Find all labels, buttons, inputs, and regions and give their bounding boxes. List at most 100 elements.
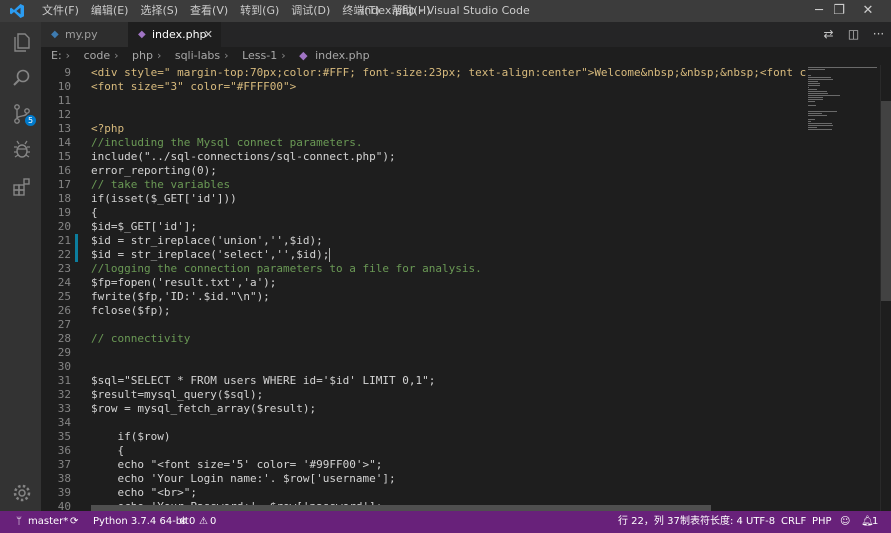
code-line[interactable]: 19 { xyxy=(41,206,806,220)
code-line[interactable]: 24 $fp=fopen('result.txt','a'); xyxy=(41,276,806,290)
code-text[interactable]: echo 'Your Login name:'. $row['username'… xyxy=(91,472,395,486)
menu-file[interactable]: 文件(F) xyxy=(36,0,85,22)
settings-gear-icon[interactable] xyxy=(11,482,33,504)
code-line[interactable]: 9 <div style=" margin-top:70px;color:#FFF… xyxy=(41,66,806,80)
code-text[interactable]: $result=mysql_query($sql); xyxy=(91,388,263,402)
code-text[interactable]: error_reporting(0); xyxy=(91,164,217,178)
breadcrumb-item[interactable]: Less-1 xyxy=(242,49,277,62)
code-line[interactable]: 22 $id = str_ireplace('select','',$id); xyxy=(41,248,806,262)
tab-index-php[interactable]: ◆ index.php ✕ xyxy=(128,22,221,47)
feedback-smiley-icon[interactable]: ☺ xyxy=(840,511,850,533)
code-line[interactable]: 27 xyxy=(41,318,806,332)
tab-my-py[interactable]: ◆ my.py xyxy=(41,22,128,47)
code-line[interactable]: 34 xyxy=(41,416,806,430)
menu-edit[interactable]: 编辑(E) xyxy=(85,0,135,22)
code-line[interactable]: 12 xyxy=(41,108,806,122)
code-line[interactable]: 30 xyxy=(41,360,806,374)
code-text[interactable]: //logging the connection parameters to a… xyxy=(91,262,482,276)
code-line[interactable]: 31 $sql="SELECT * FROM users WHERE id='$i… xyxy=(41,374,806,388)
scrollbar-thumb[interactable] xyxy=(881,101,891,301)
encoding[interactable]: UTF-8 xyxy=(746,511,775,533)
menu-view[interactable]: 查看(V) xyxy=(184,0,234,22)
end-of-line[interactable]: CRLF xyxy=(781,511,806,533)
language-mode[interactable]: PHP xyxy=(812,511,832,533)
code-text[interactable]: <font size="3" color="#FFFF00"> xyxy=(91,80,296,94)
code-text[interactable]: // take the variables xyxy=(91,178,230,192)
code-line[interactable]: 16 error_reporting(0); xyxy=(41,164,806,178)
notifications-count[interactable]: 1 xyxy=(872,511,878,533)
problems-count[interactable]: 0 xyxy=(189,511,195,533)
code-line[interactable]: 13 <?php xyxy=(41,122,806,136)
code-text[interactable]: $sql="SELECT * FROM users WHERE id='$id'… xyxy=(91,374,435,388)
code-text[interactable]: echo "<font size='5' color= '#99FF00'>"; xyxy=(91,458,382,472)
debug-icon[interactable] xyxy=(11,139,33,161)
breadcrumb-item[interactable]: code xyxy=(84,49,111,62)
menu-selection[interactable]: 选择(S) xyxy=(134,0,184,22)
tab-size[interactable]: 制表符长度: 4 xyxy=(680,511,743,533)
minimap-line xyxy=(808,79,834,80)
code-text[interactable]: <?php xyxy=(91,122,124,136)
code-line[interactable]: 18 if(isset($_GET['id'])) xyxy=(41,192,806,206)
extensions-icon[interactable] xyxy=(11,176,33,198)
code-line[interactable]: 21 $id = str_ireplace('union','',$id); xyxy=(41,234,806,248)
cursor-position[interactable]: 行 22，列 37 xyxy=(618,511,680,533)
minimap-line xyxy=(808,87,809,88)
code-text[interactable]: if($row) xyxy=(91,430,170,444)
git-branch[interactable]: master* xyxy=(28,511,68,533)
code-line[interactable]: 32 $result=mysql_query($sql); xyxy=(41,388,806,402)
code-text[interactable]: $id = str_ireplace('union','',$id); xyxy=(91,234,323,248)
code-text[interactable]: include("../sql-connections/sql-connect.… xyxy=(91,150,396,164)
code-line[interactable]: 26 fclose($fp); xyxy=(41,304,806,318)
breadcrumb-item[interactable]: index.php xyxy=(315,49,370,62)
code-line[interactable]: 17 // take the variables xyxy=(41,178,806,192)
code-text[interactable]: { xyxy=(91,444,124,458)
breadcrumb-item[interactable]: E: xyxy=(51,49,62,62)
code-line[interactable]: 25 fwrite($fp,'ID:'.$id."\n"); xyxy=(41,290,806,304)
vertical-scrollbar[interactable] xyxy=(880,65,891,511)
code-text[interactable]: //including the Mysql connect parameters… xyxy=(91,136,363,150)
code-text[interactable]: fwrite($fp,'ID:'.$id."\n"); xyxy=(91,290,270,304)
menu-go[interactable]: 转到(G) xyxy=(234,0,285,22)
sync-icon[interactable]: ⟳ xyxy=(70,511,78,533)
split-editor-icon[interactable]: ◫ xyxy=(841,22,866,47)
compare-icon[interactable]: ⇄ xyxy=(816,22,841,47)
warnings-count[interactable]: 0 xyxy=(210,511,216,533)
minimap[interactable] xyxy=(806,65,880,511)
menu-terminal[interactable]: 终端(T) xyxy=(336,0,385,22)
code-line[interactable]: 11 xyxy=(41,94,806,108)
code-line[interactable]: 15 include("../sql-connections/sql-connec… xyxy=(41,150,806,164)
code-text[interactable]: $row = mysql_fetch_array($result); xyxy=(91,402,316,416)
code-text[interactable]: $id = str_ireplace('select','',$id); xyxy=(91,248,329,262)
breadcrumb-item[interactable]: sqli-labs xyxy=(175,49,220,62)
code-line[interactable]: 35 if($row) xyxy=(41,430,806,444)
code-text[interactable]: if(isset($_GET['id'])) xyxy=(91,192,237,206)
code-line[interactable]: 38 echo 'Your Login name:'. $row['userna… xyxy=(41,472,806,486)
more-actions-icon[interactable]: ··· xyxy=(866,22,891,47)
menu-debug[interactable]: 调试(D) xyxy=(285,0,336,22)
python-interpreter[interactable]: Python 3.7.4 64-bit xyxy=(93,511,189,533)
code-line[interactable]: 29 xyxy=(41,346,806,360)
code-line[interactable]: 10 <font size="3" color="#FFFF00"> xyxy=(41,80,806,94)
code-line[interactable]: 36 { xyxy=(41,444,806,458)
code-text[interactable]: { xyxy=(91,206,98,220)
code-text[interactable]: // connectivity xyxy=(91,332,190,346)
code-line[interactable]: 23 //logging the connection parameters to… xyxy=(41,262,806,276)
menu-help[interactable]: 帮助(H) xyxy=(386,0,437,22)
breadcrumb-item[interactable]: php xyxy=(132,49,153,62)
code-line[interactable]: 39 echo "<br>"; xyxy=(41,486,806,500)
code-line[interactable]: 37 echo "<font size='5' color= '#99FF00'… xyxy=(41,458,806,472)
code-line[interactable]: 33 $row = mysql_fetch_array($result); xyxy=(41,402,806,416)
code-text[interactable]: $id=$_GET['id']; xyxy=(91,220,197,234)
code-line[interactable]: 14 //including the Mysql connect paramete… xyxy=(41,136,806,150)
close-icon[interactable]: ✕ xyxy=(845,0,891,22)
code-text[interactable]: <div style=" margin-top:70px;color:#FFF;… xyxy=(91,66,806,80)
code-text[interactable]: fclose($fp); xyxy=(91,304,170,318)
search-icon[interactable] xyxy=(11,67,33,89)
code-editor[interactable]: 9 <div style=" margin-top:70px;color:#FFF… xyxy=(41,65,806,511)
code-line[interactable]: 28 // connectivity xyxy=(41,332,806,346)
code-text[interactable]: echo "<br>"; xyxy=(91,486,196,500)
code-line[interactable]: 20 $id=$_GET['id']; xyxy=(41,220,806,234)
close-tab-icon[interactable]: ✕ xyxy=(204,22,213,47)
explorer-icon[interactable] xyxy=(11,31,33,53)
code-text[interactable]: $fp=fopen('result.txt','a'); xyxy=(91,276,276,290)
